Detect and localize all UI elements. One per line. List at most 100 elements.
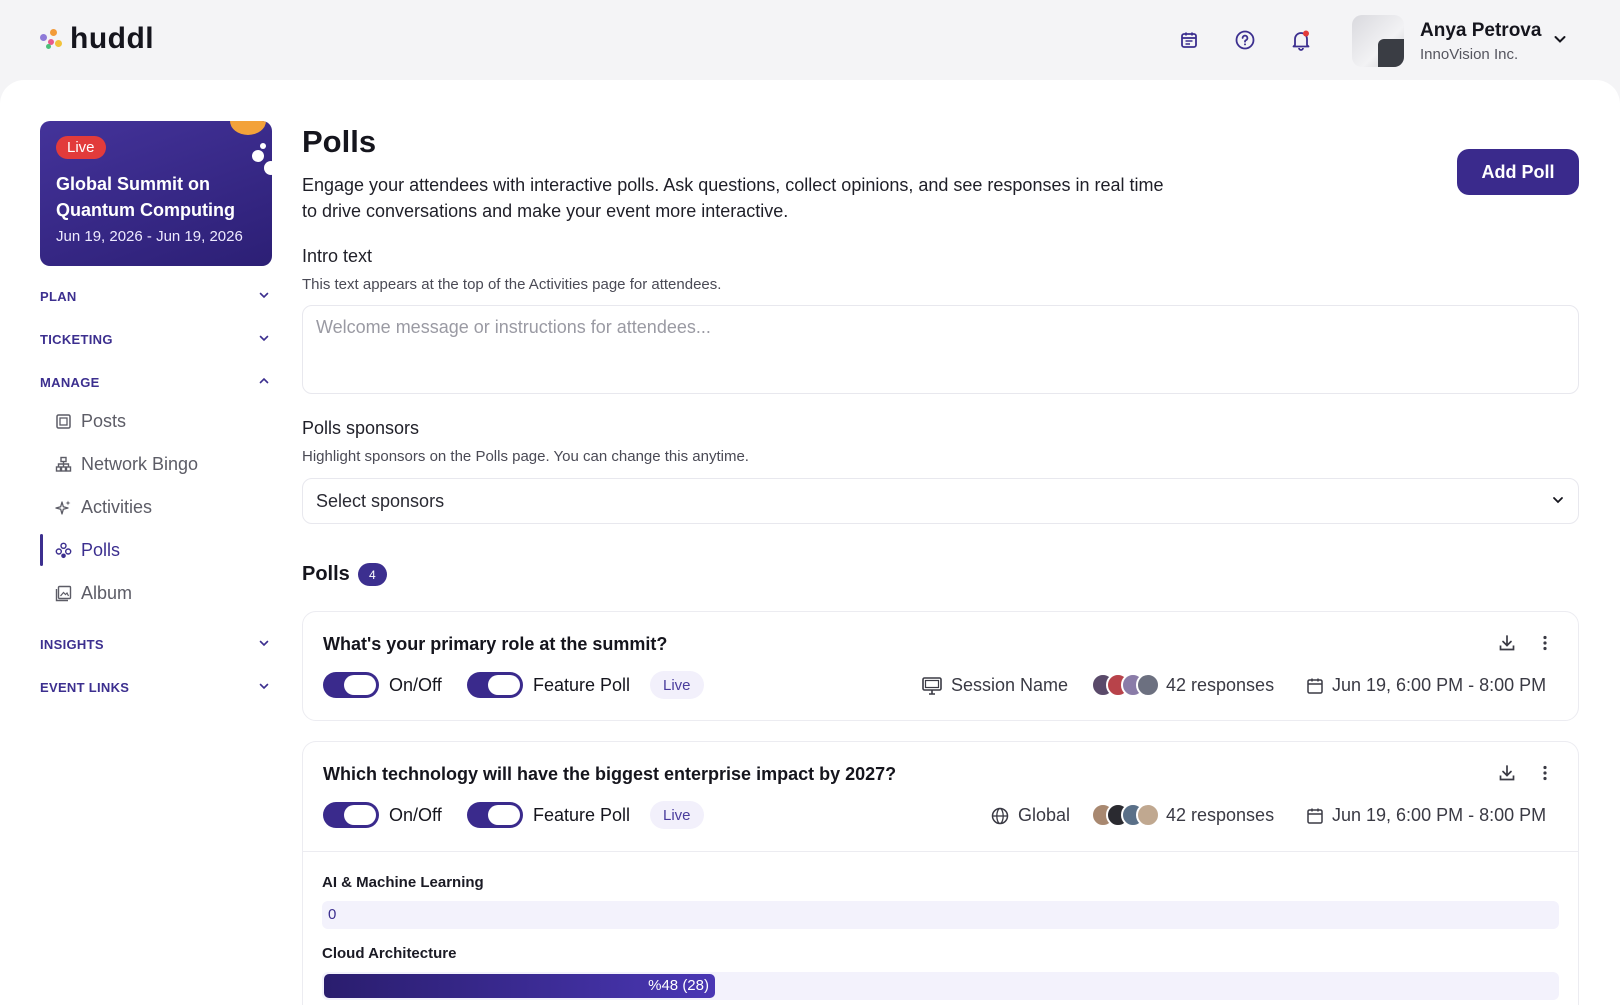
- responses-text: 42 responses: [1166, 805, 1275, 825]
- nav-section-label: EVENT LINKS: [40, 680, 130, 695]
- chevron-up-icon: [258, 375, 270, 390]
- more-options-icon[interactable]: [1536, 634, 1554, 657]
- nav-section-label: PLAN: [40, 289, 77, 304]
- network-icon: [53, 456, 73, 473]
- live-badge: Live: [56, 136, 106, 159]
- responder-avatars: [1091, 803, 1160, 827]
- feature-poll-label: Feature Poll: [533, 675, 631, 695]
- sidebar-item-label: Posts: [81, 410, 127, 431]
- chevron-down-icon: [1551, 491, 1565, 512]
- sidebar-item-label: Polls: [81, 539, 121, 560]
- album-icon: [53, 585, 73, 602]
- sidebar-item-network-bingo[interactable]: Network Bingo: [40, 447, 270, 481]
- feature-poll-toggle[interactable]: [467, 802, 523, 828]
- responses-count: 42 responses: [1166, 675, 1274, 696]
- calendar-icon[interactable]: [1173, 24, 1205, 56]
- chevron-down-icon: [258, 680, 270, 695]
- poll-option-fill: %48 (28): [324, 974, 715, 998]
- top-bar: huddl Anya Petrova InnoVision Inc.: [0, 0, 1620, 80]
- location-text: Global: [1018, 805, 1071, 825]
- sponsors-select-value: Select sponsors: [316, 490, 445, 511]
- chevron-down-icon: [258, 637, 270, 652]
- sidebar-item-activities[interactable]: Activities: [40, 490, 270, 524]
- poll-question: What's your primary role at the summit?: [323, 634, 668, 654]
- poll-location: Global: [990, 805, 1070, 826]
- nav-section-insights[interactable]: INSIGHTS: [40, 637, 270, 652]
- on-off-toggle[interactable]: [323, 672, 379, 698]
- globe-icon: [990, 806, 1010, 826]
- responses-count: 42 responses: [1166, 805, 1274, 826]
- time-text: Jun 19, 6:00 PM - 8:00 PM: [1332, 675, 1547, 695]
- sidebar-item-label: Album: [81, 582, 133, 603]
- add-poll-button[interactable]: Add Poll: [1457, 149, 1579, 195]
- user-name: Anya Petrova: [1420, 19, 1542, 41]
- poll-time: Jun 19, 6:00 PM - 8:00 PM: [1306, 805, 1546, 826]
- chevron-down-icon: [258, 289, 270, 304]
- notification-bell-icon[interactable]: [1285, 24, 1317, 56]
- posts-icon: [53, 413, 73, 430]
- brand-name: huddl: [70, 22, 155, 55]
- time-text: Jun 19, 6:00 PM - 8:00 PM: [1332, 805, 1547, 825]
- download-icon[interactable]: [1498, 764, 1516, 787]
- poll-time: Jun 19, 6:00 PM - 8:00 PM: [1306, 675, 1546, 696]
- download-icon[interactable]: [1498, 634, 1516, 657]
- chevron-down-icon: [258, 332, 270, 347]
- poll-card[interactable]: What's your primary role at the summit? …: [302, 611, 1579, 721]
- user-org: InnoVision Inc.: [1420, 45, 1519, 63]
- nav-section-plan[interactable]: PLAN: [40, 289, 270, 304]
- calendar-icon: [1306, 677, 1324, 695]
- polls-count-badge: 4: [357, 563, 387, 586]
- status-badge: Live: [650, 801, 704, 829]
- poll-location: Session Name: [921, 675, 1068, 696]
- intro-text-input[interactable]: [302, 305, 1579, 394]
- on-off-label: On/Off: [389, 805, 442, 825]
- nav-section-manage[interactable]: MANAGE: [40, 375, 270, 390]
- poll-option-bar: 0: [322, 901, 1559, 929]
- poll-card[interactable]: Which technology will have the biggest e…: [302, 741, 1579, 1005]
- polls-icon: [53, 542, 73, 559]
- help-icon[interactable]: [1229, 24, 1261, 56]
- nav-section-label: INSIGHTS: [40, 637, 104, 652]
- poll-option-label: AI & Machine Learning: [322, 874, 484, 891]
- event-dates: Jun 19, 2026 - Jun 19, 2026: [56, 228, 243, 245]
- poll-option-value: 0: [328, 906, 337, 923]
- nav-section-label: TICKETING: [40, 332, 113, 347]
- location-text: Session Name: [951, 675, 1069, 695]
- user-menu[interactable]: Anya Petrova InnoVision Inc.: [1352, 15, 1566, 67]
- sidebar-item-label: Network Bingo: [81, 453, 199, 474]
- on-off-label: On/Off: [389, 675, 442, 695]
- intro-text-label: Intro text: [302, 246, 373, 266]
- poll-option-bar: %48 (28): [322, 972, 1559, 1000]
- brand-logo[interactable]: huddl: [40, 22, 154, 56]
- sparkle-icon: [53, 499, 73, 516]
- event-title: Global Summit on Quantum Computing: [56, 174, 235, 220]
- page-description: Engage your attendees with interactive p…: [302, 175, 1164, 221]
- event-card[interactable]: Live Global Summit on Quantum Computing …: [40, 121, 272, 266]
- polls-list-header: Polls 4: [302, 563, 387, 586]
- responses-text: 42 responses: [1166, 675, 1275, 695]
- sponsors-label: Polls sponsors: [302, 418, 420, 438]
- intro-text-help: This text appears at the top of the Acti…: [302, 276, 722, 293]
- page-title: Polls: [302, 124, 377, 159]
- calendar-icon: [1306, 807, 1324, 825]
- monitor-icon: [921, 676, 943, 696]
- poll-option-label: Cloud Architecture: [322, 945, 457, 962]
- responder-avatars: [1091, 673, 1160, 697]
- feature-poll-label: Feature Poll: [533, 805, 631, 825]
- sidebar-item-label: Activities: [81, 496, 153, 517]
- polls-list-title: Polls: [302, 563, 350, 585]
- status-badge: Live: [650, 671, 704, 699]
- sponsors-select[interactable]: Select sponsors: [302, 478, 1579, 524]
- sidebar-item-polls[interactable]: Polls: [40, 533, 270, 567]
- feature-poll-toggle[interactable]: [467, 672, 523, 698]
- chevron-down-icon[interactable]: [1552, 31, 1568, 52]
- sidebar-item-posts[interactable]: Posts: [40, 404, 270, 438]
- poll-question: Which technology will have the biggest e…: [323, 764, 897, 784]
- more-options-icon[interactable]: [1536, 764, 1554, 787]
- logo-mark-icon: [40, 26, 64, 52]
- on-off-toggle[interactable]: [323, 802, 379, 828]
- avatar: [1352, 15, 1404, 67]
- sidebar-item-album[interactable]: Album: [40, 576, 270, 610]
- nav-section-ticketing[interactable]: TICKETING: [40, 332, 270, 347]
- nav-section-event-links[interactable]: EVENT LINKS: [40, 680, 270, 695]
